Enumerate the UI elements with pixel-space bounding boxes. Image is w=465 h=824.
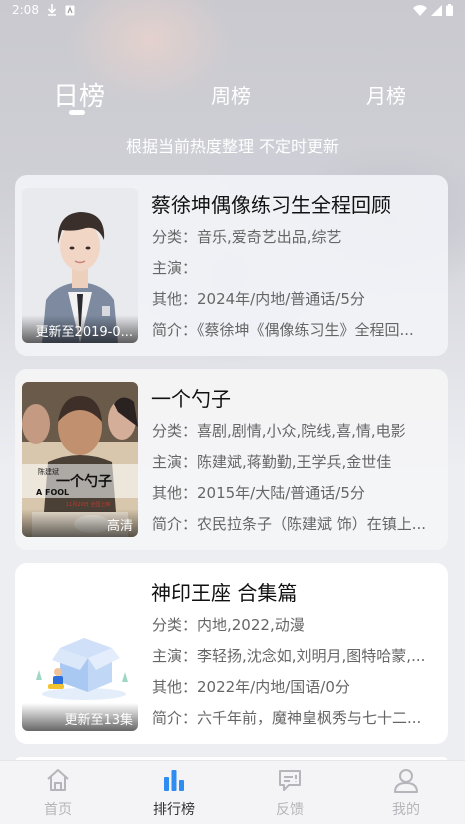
nav-feedback-label: 反馈 [276,802,304,818]
home-icon [47,769,69,791]
card-cast: 主演：李轻扬,沈念如,刘明月,图特哈蒙,... [152,647,426,665]
wifi-icon [413,4,427,16]
poster-english-title: A FOOL [36,488,69,497]
poster-thumbnail: 更新至13集 [22,576,138,731]
ranking-period-tabs: 日榜 周榜 月榜 [0,72,465,122]
card-intro: 简介：农民拉条子（陈建斌 饰）在镇上... [152,515,427,533]
a-badge-icon [65,5,75,15]
card-category: 分类：喜剧,剧情,小众,院线,喜,情,电影 [152,422,406,440]
nav-profile[interactable]: 我的 [366,767,446,819]
nav-profile-label: 我的 [392,802,420,818]
ranking-icon [164,770,184,791]
nav-ranking[interactable]: 排行榜 [134,767,214,819]
battery-icon [446,4,453,16]
card-title[interactable]: 蔡徐坤偶像练习生全程回顾 [151,189,391,218]
profile-icon [394,769,418,793]
ranking-card[interactable]: 更新至2019-0... 蔡徐坤偶像练习生全程回顾 分类：音乐,爱奇艺出品,综艺… [15,175,448,356]
poster-release-date: 11月20日 全国上映 [66,501,110,508]
tab-monthly[interactable]: 月榜 [366,80,406,109]
tab-daily[interactable]: 日榜 [53,76,105,113]
card-intro: 简介：六千年前，魔神皇枫秀与七十二... [152,709,422,727]
card-intro: 简介：《蔡徐坤《偶像练习生》全程回... [152,321,414,339]
status-bar: 2:08 [0,0,465,20]
tab-weekly[interactable]: 周榜 [211,80,251,109]
download-icon [47,4,57,16]
nav-feedback[interactable]: 反馈 [250,767,330,819]
card-other: 其他：2024年/内地/普通话/5分 [152,290,365,308]
card-category: 分类：音乐,爱奇艺出品,综艺 [152,228,342,246]
card-category: 分类：内地,2022,动漫 [152,616,305,634]
update-badge: 更新至2019-0... [22,315,138,343]
card-cast: 主演： [152,259,198,277]
status-time: 2:08 [12,3,39,17]
poster-thumbnail: 陈建斌 一个勺子 A FOOL 11月20日 全国上映 高清 [22,382,138,537]
card-other: 其他：2015年/大陆/普通话/5分 [152,484,365,502]
quality-badge: 高清 [22,509,138,537]
bottom-navigation: 首页 排行榜 反馈 我的 [0,760,465,824]
nav-ranking-label: 排行榜 [153,802,195,818]
signal-icon [431,4,442,16]
poster-thumbnail: 更新至2019-0... [22,188,138,343]
card-cast: 主演：陈建斌,蒋勤勤,王学兵,金世佳 [152,453,392,471]
nav-home[interactable]: 首页 [18,767,98,819]
card-title[interactable]: 一个勺子 [151,383,231,412]
update-badge: 更新至13集 [22,703,138,731]
active-tab-indicator [69,110,85,115]
ranking-card[interactable]: 更新至13集 神印王座 合集篇 分类：内地,2022,动漫 主演：李轻扬,沈念如… [15,563,448,744]
page-subtitle: 根据当前热度整理 不定时更新 [125,137,340,156]
ranking-card[interactable]: 陈建斌 一个勺子 A FOOL 11月20日 全国上映 高清 一个勺子 分类：喜… [15,369,448,550]
card-title[interactable]: 神印王座 合集篇 [151,577,297,606]
feedback-icon [279,770,301,791]
nav-home-label: 首页 [44,802,72,818]
card-other: 其他：2022年/内地/国语/0分 [152,678,350,696]
